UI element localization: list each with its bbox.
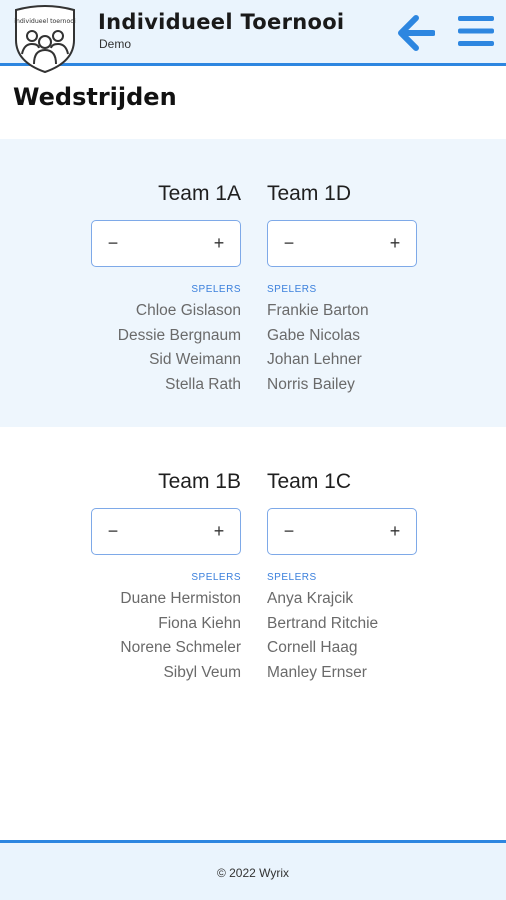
players-label: SPELERS bbox=[191, 572, 241, 583]
increment-button[interactable]: + bbox=[204, 509, 234, 553]
players-list: Chloe Gislason Dessie Bergnaum Sid Weima… bbox=[91, 299, 241, 397]
player-name: Norris Bailey bbox=[267, 375, 355, 393]
player-name: Manley Ernser bbox=[267, 663, 367, 681]
score-input[interactable] bbox=[128, 509, 204, 553]
score-input[interactable] bbox=[304, 221, 380, 265]
team-away: Team 1D − + SPELERS Frankie Barton Gabe … bbox=[267, 180, 417, 397]
player-name: Chloe Gislason bbox=[135, 302, 241, 319]
score-stepper: − + bbox=[267, 220, 417, 267]
player-name: Dessie Bergnaum bbox=[117, 326, 241, 344]
player-name: Sid Weimann bbox=[149, 351, 241, 368]
player-name: Fiona Kiehn bbox=[158, 614, 241, 632]
score-input[interactable] bbox=[128, 221, 204, 265]
player-name: Bertrand Ritchie bbox=[267, 614, 379, 632]
player-name: Gabe Nicolas bbox=[267, 326, 361, 344]
players-list: Frankie Barton Gabe Nicolas Johan Lehner… bbox=[267, 299, 417, 397]
team-away: Team 1C − + SPELERS Anya Krajcik Bertran… bbox=[267, 468, 417, 685]
team-home: Team 1A − + SPELERS Chloe Gislason Dessi… bbox=[91, 180, 241, 397]
decrement-button[interactable]: − bbox=[98, 509, 128, 553]
players-label: SPELERS bbox=[191, 284, 241, 295]
logo-text: individueel toernooi bbox=[14, 18, 76, 25]
team-name: Team 1B bbox=[158, 470, 241, 493]
page-title: Wedstrijden bbox=[13, 83, 177, 111]
team-name: Team 1C bbox=[267, 470, 352, 493]
players-label: SPELERS bbox=[267, 284, 317, 295]
team-name: Team 1A bbox=[158, 182, 241, 205]
logo-shield-icon: individueel toernooi bbox=[14, 5, 76, 74]
players-list: Anya Krajcik Bertrand Ritchie Cornell Ha… bbox=[267, 587, 417, 685]
score-stepper: − + bbox=[91, 508, 241, 555]
decrement-button[interactable]: − bbox=[274, 509, 304, 553]
player-name: Duane Hermiston bbox=[120, 590, 241, 607]
app-header: individueel toernooi Individueel Toernoo… bbox=[0, 0, 506, 74]
back-arrow-icon[interactable] bbox=[397, 14, 435, 52]
increment-button[interactable]: + bbox=[380, 221, 410, 265]
score-input[interactable] bbox=[304, 509, 380, 553]
decrement-button[interactable]: − bbox=[98, 221, 128, 265]
player-name: Johan Lehner bbox=[267, 351, 362, 368]
app-title: Individueel Toernooi bbox=[98, 10, 345, 34]
increment-button[interactable]: + bbox=[204, 221, 234, 265]
match-card: Team 1A − + SPELERS Chloe Gislason Dessi… bbox=[0, 139, 506, 427]
increment-button[interactable]: + bbox=[380, 509, 410, 553]
players-list: Duane Hermiston Fiona Kiehn Norene Schme… bbox=[91, 587, 241, 685]
copyright-text: © 2022 Wyrix bbox=[216, 866, 290, 880]
player-name: Cornell Haag bbox=[267, 639, 358, 656]
app-subtitle: Demo bbox=[99, 37, 132, 51]
app-footer: © 2022 Wyrix bbox=[0, 840, 506, 900]
team-name: Team 1D bbox=[267, 182, 352, 205]
hamburger-menu-icon[interactable] bbox=[456, 13, 496, 49]
team-home: Team 1B − + SPELERS Duane Hermiston Fion… bbox=[91, 468, 241, 685]
match-card: Team 1B − + SPELERS Duane Hermiston Fion… bbox=[0, 427, 506, 715]
player-name: Anya Krajcik bbox=[267, 590, 354, 607]
decrement-button[interactable]: − bbox=[274, 221, 304, 265]
player-name: Stella Rath bbox=[165, 375, 241, 393]
player-name: Sibyl Veum bbox=[163, 663, 241, 681]
player-name: Norene Schmeler bbox=[120, 639, 241, 656]
players-label: SPELERS bbox=[267, 572, 317, 583]
player-name: Frankie Barton bbox=[267, 302, 369, 319]
score-stepper: − + bbox=[91, 220, 241, 267]
score-stepper: − + bbox=[267, 508, 417, 555]
